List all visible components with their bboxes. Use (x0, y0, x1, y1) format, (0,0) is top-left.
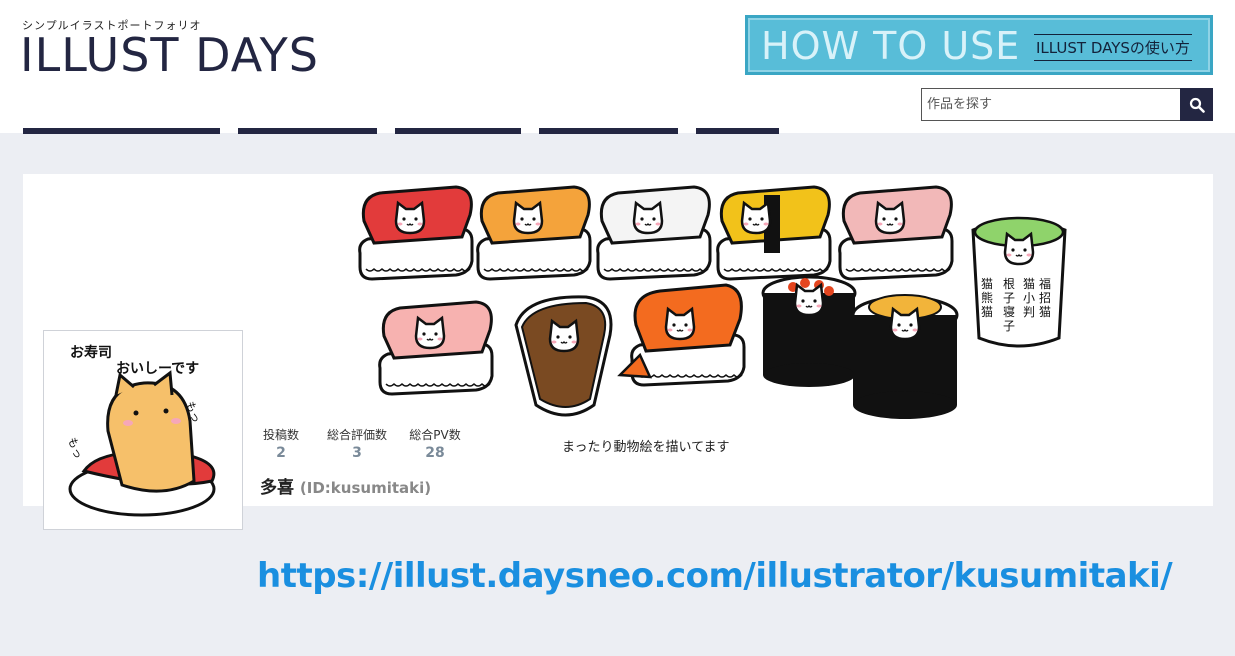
sushi-tuna (358, 185, 474, 281)
site-logo[interactable]: ILLUST DAYS (20, 28, 319, 82)
profile-name: 多喜 (ID:kusumitaki) (260, 473, 431, 498)
sushi-salmon (476, 185, 592, 281)
avatar-caption-line2: おいしーです (116, 361, 199, 377)
profile-banner-illustration: 福招猫 猫小判 根子寝子 猫熊猫 (358, 185, 1067, 419)
how-to-use-subtitle: ILLUST DAYSの使い方 (1034, 34, 1192, 61)
search-button[interactable] (1180, 88, 1213, 121)
avatar-illustration: お寿司 おいしーです もっ もっ (65, 344, 216, 517)
stat-pageviews-label: 総合PV数 (409, 428, 461, 442)
nav-tab-1[interactable] (23, 128, 220, 134)
stat-ratings-label: 総合評価数 (326, 428, 387, 442)
sushi-shrimp (617, 283, 746, 387)
stat-posts-value: 2 (276, 445, 286, 461)
profile-stats: 投稿数 2 総合評価数 3 総合PV数 28 (255, 426, 471, 461)
sushi-tamago (716, 185, 832, 281)
site-header: シンプルイラストポートフォリオ ILLUST DAYS HOW TO USE I… (0, 0, 1235, 133)
avatar-sfx-2: もっ (65, 436, 85, 461)
nav-tab-5[interactable] (696, 128, 779, 134)
cup-text-4: 猫熊猫 (981, 277, 993, 319)
stat-pageviews-value: 28 (425, 445, 445, 461)
how-to-use-title: HOW TO USE (761, 24, 1021, 68)
cup-text-1: 福招猫 (1039, 276, 1051, 319)
sushi-ikura-roll (761, 275, 857, 387)
cup-text-3: 根子寝子 (1003, 277, 1015, 333)
stat-pageviews: 総合PV数 28 (399, 426, 471, 461)
profile-url-link[interactable]: https://illust.daysneo.com/illustrator/k… (257, 556, 1173, 596)
sushi-eel (514, 295, 613, 417)
stat-ratings: 総合評価数 3 (315, 426, 399, 461)
tea-cup: 福招猫 猫小判 根子寝子 猫熊猫 (971, 216, 1067, 348)
user-avatar[interactable]: お寿司 おいしーです もっ もっ (43, 330, 243, 530)
search-icon (1189, 97, 1205, 113)
nav-tab-4[interactable] (539, 128, 678, 134)
profile-display-name: 多喜 (260, 478, 294, 498)
how-to-use-banner[interactable]: HOW TO USE ILLUST DAYSの使い方 (745, 15, 1213, 75)
sushi-uni-roll (851, 294, 959, 419)
sushi-mackerel (838, 185, 954, 281)
sushi-squid (596, 185, 712, 281)
profile-bio: まったり動物絵を描いてます (562, 440, 730, 455)
nav-tab-3[interactable] (395, 128, 521, 134)
profile-user-id: (ID:kusumitaki) (299, 479, 432, 497)
cup-text-2: 猫小判 (1023, 277, 1035, 319)
stat-posts-label: 投稿数 (262, 428, 299, 442)
stat-posts: 投稿数 2 (255, 426, 307, 461)
nav-tab-2[interactable] (238, 128, 377, 134)
search-bar (921, 88, 1213, 121)
avatar-caption-line1: お寿司 (70, 344, 112, 361)
stat-ratings-value: 3 (352, 445, 362, 461)
search-input[interactable] (921, 88, 1181, 121)
sushi-toro (378, 300, 494, 396)
